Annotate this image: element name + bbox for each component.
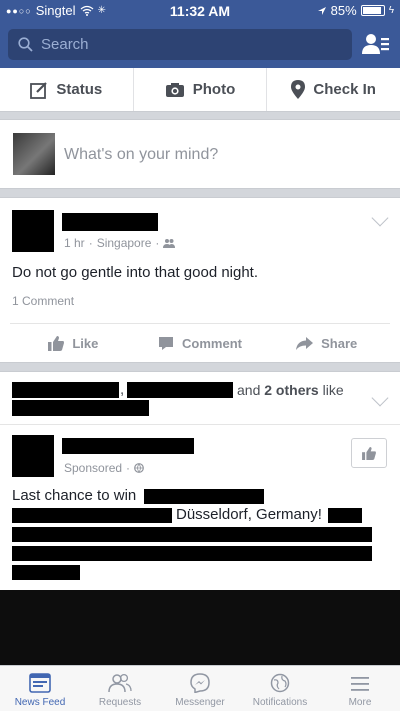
chevron-down-icon[interactable] <box>371 209 389 227</box>
author-name[interactable] <box>62 213 158 231</box>
composer-actions: Status Photo Check In <box>0 68 400 112</box>
comment-button[interactable]: Comment <box>137 324 264 363</box>
tab-label: More <box>348 697 372 708</box>
tab-notifications[interactable]: Notifications <box>240 666 320 711</box>
redacted-text <box>12 527 372 542</box>
chevron-down-icon[interactable] <box>371 389 389 407</box>
redacted-text <box>328 508 362 523</box>
ad-text-mid: Düsseldorf, Germany! <box>176 506 322 523</box>
like-button[interactable]: Like <box>10 324 137 363</box>
author-avatar[interactable] <box>12 210 54 252</box>
status-label: Status <box>56 81 103 98</box>
share-label: Share <box>321 336 358 351</box>
name-separator: , <box>120 381 125 398</box>
redacted-text <box>144 489 264 504</box>
tab-label: Messenger <box>175 697 225 708</box>
user-avatar <box>13 133 55 175</box>
friends-icon <box>108 673 132 693</box>
friends-list-icon[interactable] <box>362 32 390 58</box>
camera-icon <box>165 82 184 97</box>
ad-text-start: Last chance to win <box>12 487 137 504</box>
share-button[interactable]: Share <box>263 324 390 363</box>
charging-icon: ϟ <box>388 5 394 16</box>
search-bar[interactable] <box>8 29 352 60</box>
comment-label: Comment <box>182 336 242 351</box>
redacted-text <box>12 508 172 523</box>
page-title[interactable] <box>62 438 194 454</box>
battery-icon <box>360 5 385 16</box>
news-feed-icon <box>29 673 51 693</box>
status-button[interactable]: Status <box>0 68 134 111</box>
location-arrow-icon <box>317 6 326 15</box>
others-link[interactable]: 2 others <box>264 382 318 398</box>
post-card: 1 hr · Singapore · Do not go gentle into… <box>0 197 400 363</box>
redacted-text <box>12 565 80 580</box>
battery-percent: 85% <box>330 3 357 18</box>
ad-image[interactable] <box>0 590 400 665</box>
tab-bar: News Feed Requests Messenger Notificatio… <box>0 665 400 711</box>
friends-audience-icon <box>163 239 176 248</box>
share-icon <box>296 337 314 350</box>
reaction-bar: Like Comment Share <box>10 323 390 363</box>
photo-label: Photo <box>192 81 236 98</box>
tab-label: Notifications <box>252 697 308 708</box>
social-like: like <box>322 382 344 398</box>
tab-label: Requests <box>98 697 142 708</box>
tab-requests[interactable]: Requests <box>80 666 160 711</box>
edit-icon <box>30 81 48 99</box>
post-text: Do not go gentle into that good night. <box>12 264 259 281</box>
photo-button[interactable]: Photo <box>134 68 268 111</box>
globe-icon <box>270 673 290 693</box>
friend-name[interactable] <box>12 382 119 398</box>
thumbs-up-icon <box>48 336 65 351</box>
tab-news-feed[interactable]: News Feed <box>0 666 80 711</box>
sponsored-card: , and 2 others like Sponsored · Last cha… <box>0 371 400 591</box>
sponsored-label[interactable]: Sponsored <box>64 461 122 475</box>
redacted-text <box>12 546 372 561</box>
page-like-button[interactable] <box>351 438 387 468</box>
post-time[interactable]: 1 hr <box>64 236 85 250</box>
composer-prompt[interactable]: What's on your mind? <box>64 146 218 164</box>
like-label: Like <box>72 336 99 351</box>
post-location[interactable]: Singapore <box>97 236 152 250</box>
social-and: and <box>237 382 261 398</box>
thumbs-up-icon <box>362 446 376 460</box>
tab-messenger[interactable]: Messenger <box>160 666 240 711</box>
search-icon <box>18 37 33 52</box>
search-input[interactable] <box>41 36 331 53</box>
comment-icon <box>159 337 174 350</box>
messenger-icon <box>190 673 210 693</box>
post-meta: 1 hr · Singapore · <box>64 236 176 250</box>
top-bar: ●●○○ Singtel ✳ 11:32 AM 85% ϟ <box>0 0 400 68</box>
tab-more[interactable]: More <box>320 666 400 711</box>
menu-icon <box>351 677 369 691</box>
comment-count[interactable]: 1 Comment <box>12 294 74 308</box>
page-name[interactable] <box>12 400 149 416</box>
friend-name[interactable] <box>127 382 233 398</box>
globe-icon <box>134 463 144 473</box>
check-in-label: Check In <box>313 81 376 98</box>
page-avatar[interactable] <box>12 435 54 477</box>
tab-label: News Feed <box>14 697 66 708</box>
sponsored-meta: Sponsored · <box>64 461 144 475</box>
check-in-button[interactable]: Check In <box>267 68 400 111</box>
location-pin-icon <box>291 80 306 99</box>
social-context: and 2 others like <box>237 382 344 398</box>
composer[interactable]: What's on your mind? <box>0 119 400 189</box>
status-bar: ●●○○ Singtel ✳ 11:32 AM 85% ϟ <box>0 0 400 22</box>
